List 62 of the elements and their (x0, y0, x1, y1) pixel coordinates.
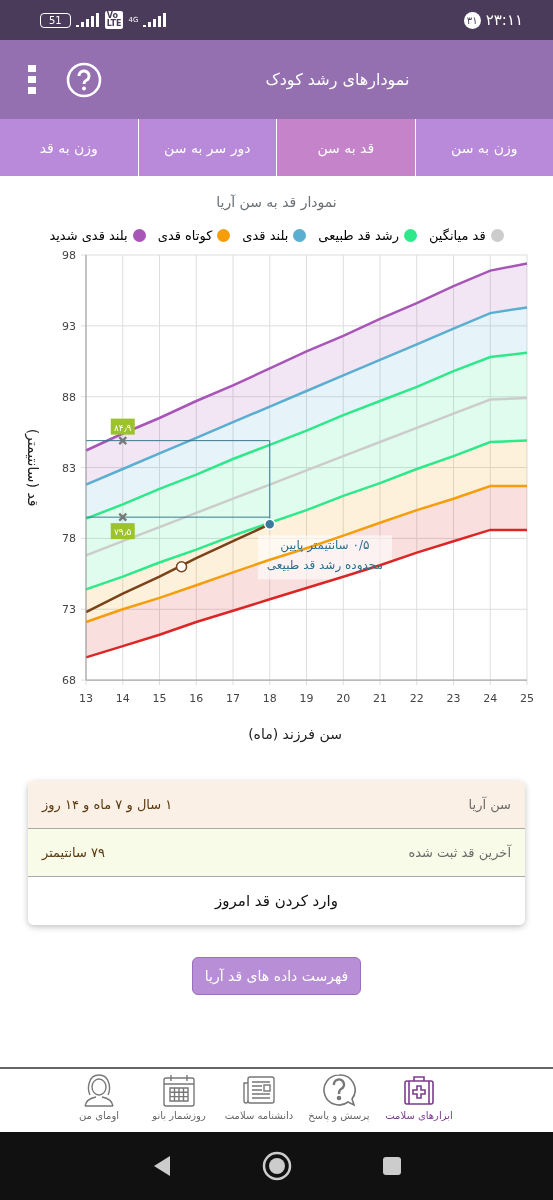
nav-item[interactable]: روزشمار بانو (140, 1069, 218, 1134)
nav-item[interactable]: دانشنامه سلامت (220, 1069, 298, 1134)
clock: ۲۳:۱۱ (485, 11, 523, 29)
menu-icon[interactable] (28, 64, 36, 95)
home-icon[interactable] (261, 1151, 292, 1181)
tick-label: 23 (446, 692, 461, 706)
tick-label: 20 (336, 692, 351, 706)
battery-level: 51 (40, 12, 71, 28)
calendar-icon (162, 1073, 196, 1107)
woman-avatar-icon (82, 1073, 116, 1107)
medical-kit-icon (402, 1073, 436, 1107)
x-axis-title: سن فرزند (ماه) (248, 726, 342, 742)
tick-label: 24 (483, 692, 498, 706)
tick-label: 14 (115, 692, 130, 706)
tick-label: 98 (62, 249, 76, 262)
info-label: سن آریا (468, 797, 511, 812)
tick-label: 13 (79, 692, 93, 706)
tick-label: 16 (189, 692, 204, 706)
cross-marker (118, 512, 128, 522)
data-point (175, 561, 188, 573)
cross-marker (118, 436, 128, 446)
value-label: ۸۴٫۹ (110, 418, 135, 435)
app-title: نمودارهای رشد کودک (264, 70, 411, 89)
newspaper-icon (242, 1073, 276, 1107)
ref-line-label: ۷۹٫۵ (114, 527, 132, 538)
info-label: آخرین قد ثبت شده (408, 845, 511, 860)
nav-item[interactable]: اومای من (60, 1069, 138, 1134)
tick-label: 21 (373, 692, 387, 706)
signal-icon (143, 13, 168, 27)
notification-badge: ۳۱ (463, 11, 481, 29)
legend-label: رشد قد طبیعی (318, 228, 399, 243)
legend-label: بلند قدی شدید (49, 228, 128, 243)
ref-line-label: ۸۴٫۹ (114, 422, 132, 433)
tick-label: 73 (62, 603, 76, 617)
info-value: ۱ سال و ۷ ماه و ۱۴ روز (42, 797, 173, 812)
legend-label: کوتاه قدی (157, 228, 213, 243)
nav-item[interactable]: ابزارهای سلامت (380, 1069, 458, 1134)
help-icon[interactable] (66, 61, 102, 98)
tick-label: 78 (62, 532, 76, 546)
tick-label: 88 (62, 390, 76, 404)
recents-icon[interactable] (381, 1156, 402, 1176)
tick-label: 17 (226, 692, 240, 706)
volte-badge: Vo LTE (104, 11, 124, 29)
tick-label: 15 (152, 692, 167, 706)
nav-item[interactable]: پرسش و پاسخ (300, 1069, 378, 1134)
chart-title: نمودار قد به سن آریا (215, 194, 338, 210)
legend-label: بلند قدی (242, 228, 289, 243)
tick-label: 18 (262, 692, 277, 706)
value-label: ۷۹٫۵ (110, 523, 135, 540)
info-value: ۷۹ سانتیمتر (42, 845, 106, 860)
enter-height-button[interactable]: وارد کردن قد امروز (28, 877, 525, 925)
data-point (264, 518, 276, 530)
tick-label: 68 (62, 674, 76, 688)
legend-label: قد میانگین (428, 228, 486, 243)
tick-label: 25 (520, 692, 534, 706)
tick-label: 22 (409, 692, 424, 706)
help-bubble-icon (322, 1073, 356, 1107)
tick-label: 83 (62, 461, 76, 475)
tick-label: 93 (62, 319, 76, 333)
tick-label: 19 (299, 692, 314, 706)
signal-icon (75, 13, 100, 27)
y-axis-title: قد (سانتیمتر) (25, 428, 41, 507)
